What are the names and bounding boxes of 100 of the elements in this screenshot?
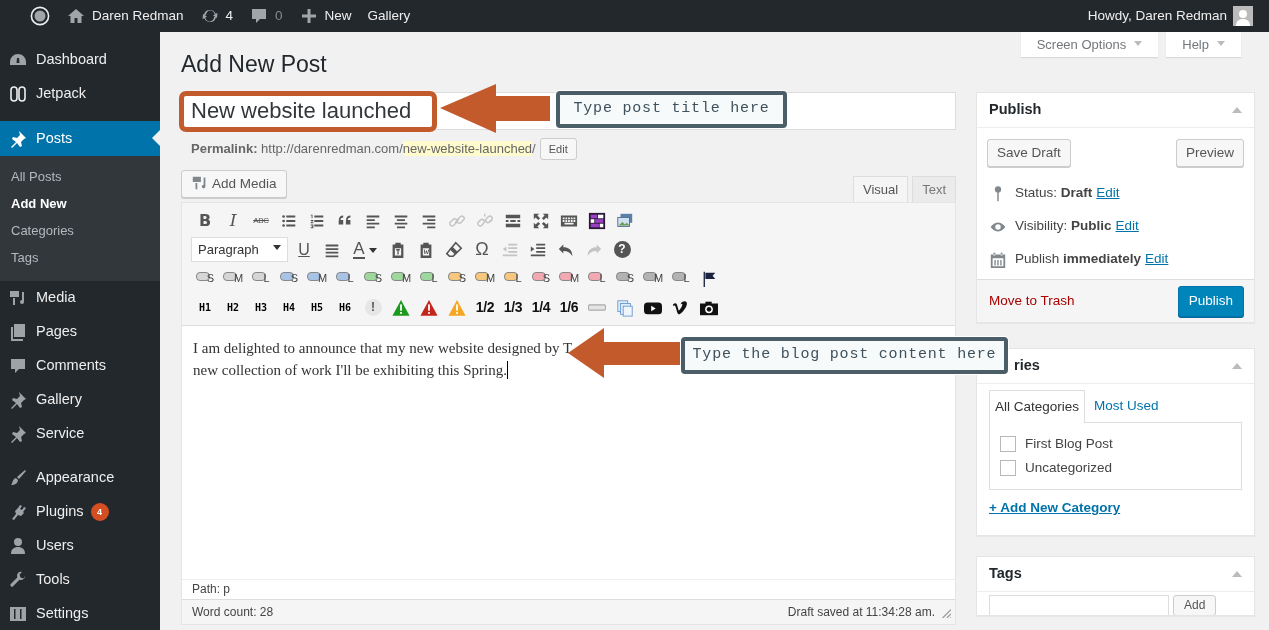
resize-handle[interactable] xyxy=(939,606,951,618)
updates-link[interactable]: 4 xyxy=(191,0,242,32)
shortcode-button[interactable]: L xyxy=(415,265,443,292)
shortcode-button[interactable]: M xyxy=(555,265,583,292)
checkbox[interactable] xyxy=(1000,460,1016,477)
shortcode-button[interactable]: L xyxy=(667,265,695,292)
shortcode-button[interactable]: L xyxy=(247,265,275,292)
shortcode-button[interactable]: M xyxy=(303,265,331,292)
shortcode-button[interactable]: S xyxy=(359,265,387,292)
sidebar-item[interactable]: Dashboard xyxy=(0,43,160,77)
account-link[interactable]: Howdy, Daren Redman xyxy=(1079,0,1261,32)
italic-button[interactable]: I xyxy=(219,207,247,234)
sidebar-item[interactable]: Comments xyxy=(0,349,160,383)
checkbox-label: First Blog Post xyxy=(1025,435,1113,454)
edit-link[interactable]: Edit xyxy=(1115,216,1139,237)
setting-text: Publish immediately xyxy=(1015,250,1142,269)
sidebar-item[interactable]: Posts xyxy=(0,121,160,156)
trash-link[interactable]: Move to Trash xyxy=(989,290,1075,312)
shortcode-button[interactable]: L xyxy=(499,265,527,292)
heading-button[interactable]: H1 xyxy=(191,294,219,321)
add-category-link[interactable]: + Add New Category xyxy=(989,498,1121,519)
shortcode-button[interactable]: M xyxy=(387,265,415,292)
admin-bar-link[interactable]: New xyxy=(290,0,360,32)
permalink-link[interactable]: http://darenredman.com/new-website-launched/ xyxy=(261,139,536,159)
shortcode-button[interactable]: S xyxy=(443,265,471,292)
word-count: Word count: 28 xyxy=(192,604,274,621)
editor-tab[interactable]: Visual xyxy=(852,176,909,202)
alert-button[interactable]: ! xyxy=(359,294,387,321)
dropdown-tab[interactable]: Screen Options xyxy=(1020,32,1159,57)
save-draft-button[interactable]: Save Draft xyxy=(987,139,1071,167)
copy-icon xyxy=(616,298,634,317)
shortcode-button[interactable]: M xyxy=(639,265,667,292)
shortcode-button[interactable]: M xyxy=(219,265,247,292)
sidebar-item[interactable]: Gallery xyxy=(0,383,160,417)
column-button[interactable]: 1/2 xyxy=(471,294,499,321)
box-title: Publish xyxy=(989,100,1042,120)
submenu-item[interactable]: All Posts xyxy=(0,163,160,190)
edit-link[interactable]: Edit xyxy=(1096,183,1120,204)
column-button[interactable]: 1/6 xyxy=(555,294,583,321)
logo-icon xyxy=(30,6,50,26)
help-button[interactable]: ? xyxy=(608,236,636,263)
count-badge: 4 xyxy=(90,503,109,521)
heading-button[interactable]: H5 xyxy=(303,294,331,321)
edit-button[interactable]: Edit xyxy=(539,138,577,160)
comments-link[interactable]: 0 xyxy=(241,0,291,32)
sidebar-item[interactable]: Tools xyxy=(0,563,160,597)
category-tab[interactable]: All Categories xyxy=(989,390,1086,424)
admin-bar-link[interactable]: Daren Redman xyxy=(58,0,192,32)
text-cursor xyxy=(506,361,508,379)
capsules-icon xyxy=(8,84,28,104)
sidebar-item[interactable]: Pages xyxy=(0,315,160,349)
sidebar-item[interactable]: Jetpack xyxy=(0,77,160,111)
sidebar-item[interactable]: Settings xyxy=(0,597,160,630)
bold-button[interactable]: B xyxy=(191,207,219,234)
heading-button[interactable]: H2 xyxy=(219,294,247,321)
shortcode-button[interactable]: S xyxy=(275,265,303,292)
submenu-item[interactable]: Categories xyxy=(0,217,160,244)
sidebar-item[interactable]: Users xyxy=(0,529,160,563)
heading-button[interactable]: H6 xyxy=(331,294,359,321)
calendar-icon xyxy=(989,250,1007,269)
publish-button[interactable]: Publish xyxy=(1177,285,1244,317)
sidebar-item[interactable]: Service xyxy=(0,417,160,451)
add-media-button[interactable]: Add Media xyxy=(181,170,287,198)
preview-button[interactable]: Preview xyxy=(1176,139,1244,167)
shortcode-button[interactable]: S xyxy=(191,265,219,292)
sidebar-item[interactable]: Appearance xyxy=(0,461,160,495)
checkbox[interactable] xyxy=(1000,436,1016,453)
setting-text: Status: Draft xyxy=(1015,184,1093,203)
editor-tab[interactable]: Text xyxy=(912,176,956,202)
format-select[interactable]: Paragraph xyxy=(191,237,288,262)
heading-button[interactable]: H3 xyxy=(247,294,275,321)
edit-link[interactable]: Edit xyxy=(1145,249,1169,270)
user-icon xyxy=(8,536,28,556)
avatar-icon xyxy=(1233,6,1253,26)
arrow-icon xyxy=(440,84,550,133)
category-tab[interactable]: Most Used xyxy=(1088,389,1165,423)
shortcode-button[interactable]: L xyxy=(583,265,611,292)
admin-bar-link[interactable]: Gallery xyxy=(359,0,419,32)
column-button[interactable]: 1/4 xyxy=(527,294,555,321)
shortcode-button[interactable]: M xyxy=(471,265,499,292)
shortcode-button[interactable]: S xyxy=(611,265,639,292)
tag-field[interactable] xyxy=(989,594,1169,615)
shortcode-button[interactable]: L xyxy=(331,265,359,292)
sidebar-item[interactable]: Media xyxy=(0,281,160,315)
shortcode-button[interactable]: S xyxy=(527,265,555,292)
expand-icon xyxy=(532,211,550,230)
submenu-item[interactable]: Add New xyxy=(0,190,160,217)
underline-button[interactable]: U xyxy=(290,236,318,263)
dropdown-tab[interactable]: Help xyxy=(1166,32,1241,57)
submenu-item[interactable]: Tags xyxy=(0,244,160,271)
page-title: Add New Post xyxy=(181,50,327,79)
callout-label: Type the blog post content here xyxy=(681,337,1008,374)
text-color-button[interactable]: A xyxy=(346,236,384,263)
sidebar-item[interactable]: Plugins 4 xyxy=(0,495,160,529)
column-button[interactable]: 1/3 xyxy=(499,294,527,321)
strikethrough-button[interactable]: ABC xyxy=(247,207,275,234)
add-button[interactable]: Add xyxy=(1173,594,1217,615)
special-character-button[interactable]: Ω xyxy=(468,236,496,263)
heading-button[interactable]: H4 xyxy=(275,294,303,321)
path-label: Path: p xyxy=(192,582,231,596)
